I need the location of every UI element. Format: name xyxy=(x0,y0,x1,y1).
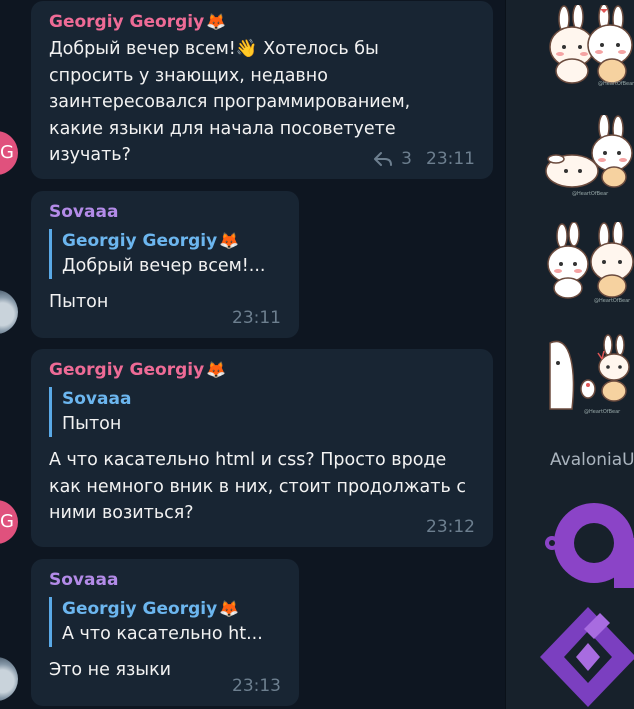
message-author[interactable]: Sovaaa xyxy=(49,569,281,591)
message-time: 23:12 xyxy=(426,517,475,537)
fsharp-logo-icon[interactable] xyxy=(538,605,634,709)
message-meta: 3 23:11 xyxy=(373,149,475,169)
bunny-sticker[interactable]: @HeartOfBear xyxy=(542,5,634,87)
reply-author: Georgiy Georgiy 🦊 xyxy=(62,231,240,251)
fox-emoji: 🦊 xyxy=(206,12,227,31)
reply-quote[interactable]: Georgiy Georgiy 🦊 А что касательно ht... xyxy=(49,597,281,647)
sticker-panel: @HeartOfBear @HeartOfBear @HeartOfBear @… xyxy=(506,0,634,709)
replies-count: 3 xyxy=(401,149,412,169)
avatar-georgiy[interactable]: G xyxy=(0,500,18,544)
avatar-sovaaa[interactable] xyxy=(0,290,18,334)
message-time: 23:13 xyxy=(232,676,281,696)
reply-author: Georgiy Georgiy 🦊 xyxy=(62,599,240,619)
message-time: 23:11 xyxy=(232,308,281,328)
fox-emoji: 🦊 xyxy=(219,231,240,250)
message-bubble[interactable]: Sovaaa Georgiy Georgiy 🦊 Добрый вечер все… xyxy=(31,191,299,338)
message-bubble[interactable]: Georgiy Georgiy 🦊 Sovaaa Пытон А что каса… xyxy=(31,349,493,547)
message-time: 23:11 xyxy=(426,149,475,169)
app-label[interactable]: AvaloniaU xyxy=(550,450,634,470)
svg-text:@HeartOfBear: @HeartOfBear xyxy=(594,298,631,304)
reply-text: А что касательно ht... xyxy=(62,624,263,644)
avatar-sovaaa[interactable] xyxy=(0,657,18,701)
message-author[interactable]: Georgiy Georgiy 🦊 xyxy=(49,359,475,381)
message-meta: 23:12 xyxy=(426,517,475,537)
message-text: А что касательно html и css? Просто врод… xyxy=(49,450,466,523)
svg-text:@HeartOfBear: @HeartOfBear xyxy=(598,81,634,87)
message-meta: 23:11 xyxy=(232,308,281,328)
message-bubble[interactable]: Sovaaa Georgiy Georgiy 🦊 А что касательно… xyxy=(31,559,299,706)
fox-emoji: 🦊 xyxy=(206,360,227,379)
message-author[interactable]: Sovaaa xyxy=(49,201,281,223)
bunny-sticker[interactable]: @HeartOfBear xyxy=(542,115,634,197)
avalonia-logo-icon[interactable] xyxy=(542,498,634,588)
svg-text:@HeartOfBear: @HeartOfBear xyxy=(584,409,621,415)
message-author[interactable]: Georgiy Georgiy 🦊 xyxy=(49,11,475,33)
svg-text:@HeartOfBear: @HeartOfBear xyxy=(572,191,609,197)
bunny-sticker[interactable]: @HeartOfBear xyxy=(542,333,634,415)
message-meta: 23:13 xyxy=(232,676,281,696)
reply-text: Пытон xyxy=(62,414,122,434)
fox-emoji: 🦊 xyxy=(219,599,240,618)
message-bubble[interactable]: Georgiy Georgiy 🦊 Добрый вечер всем!👋 Хот… xyxy=(31,1,493,179)
avatar-georgiy[interactable]: G xyxy=(0,131,18,175)
reply-author: Sovaaa xyxy=(62,389,132,409)
replies-link[interactable]: 3 xyxy=(373,149,412,169)
reply-quote[interactable]: Sovaaa Пытон xyxy=(49,387,475,437)
chat-area: G Georgiy Georgiy 🦊 Добрый вечер всем!👋 Х… xyxy=(0,0,505,709)
reply-icon xyxy=(374,152,393,166)
reply-text: Добрый вечер всем!... xyxy=(62,256,266,276)
bunny-sticker[interactable]: @HeartOfBear xyxy=(542,222,634,304)
reply-quote[interactable]: Georgiy Georgiy 🦊 Добрый вечер всем!... xyxy=(49,229,281,279)
